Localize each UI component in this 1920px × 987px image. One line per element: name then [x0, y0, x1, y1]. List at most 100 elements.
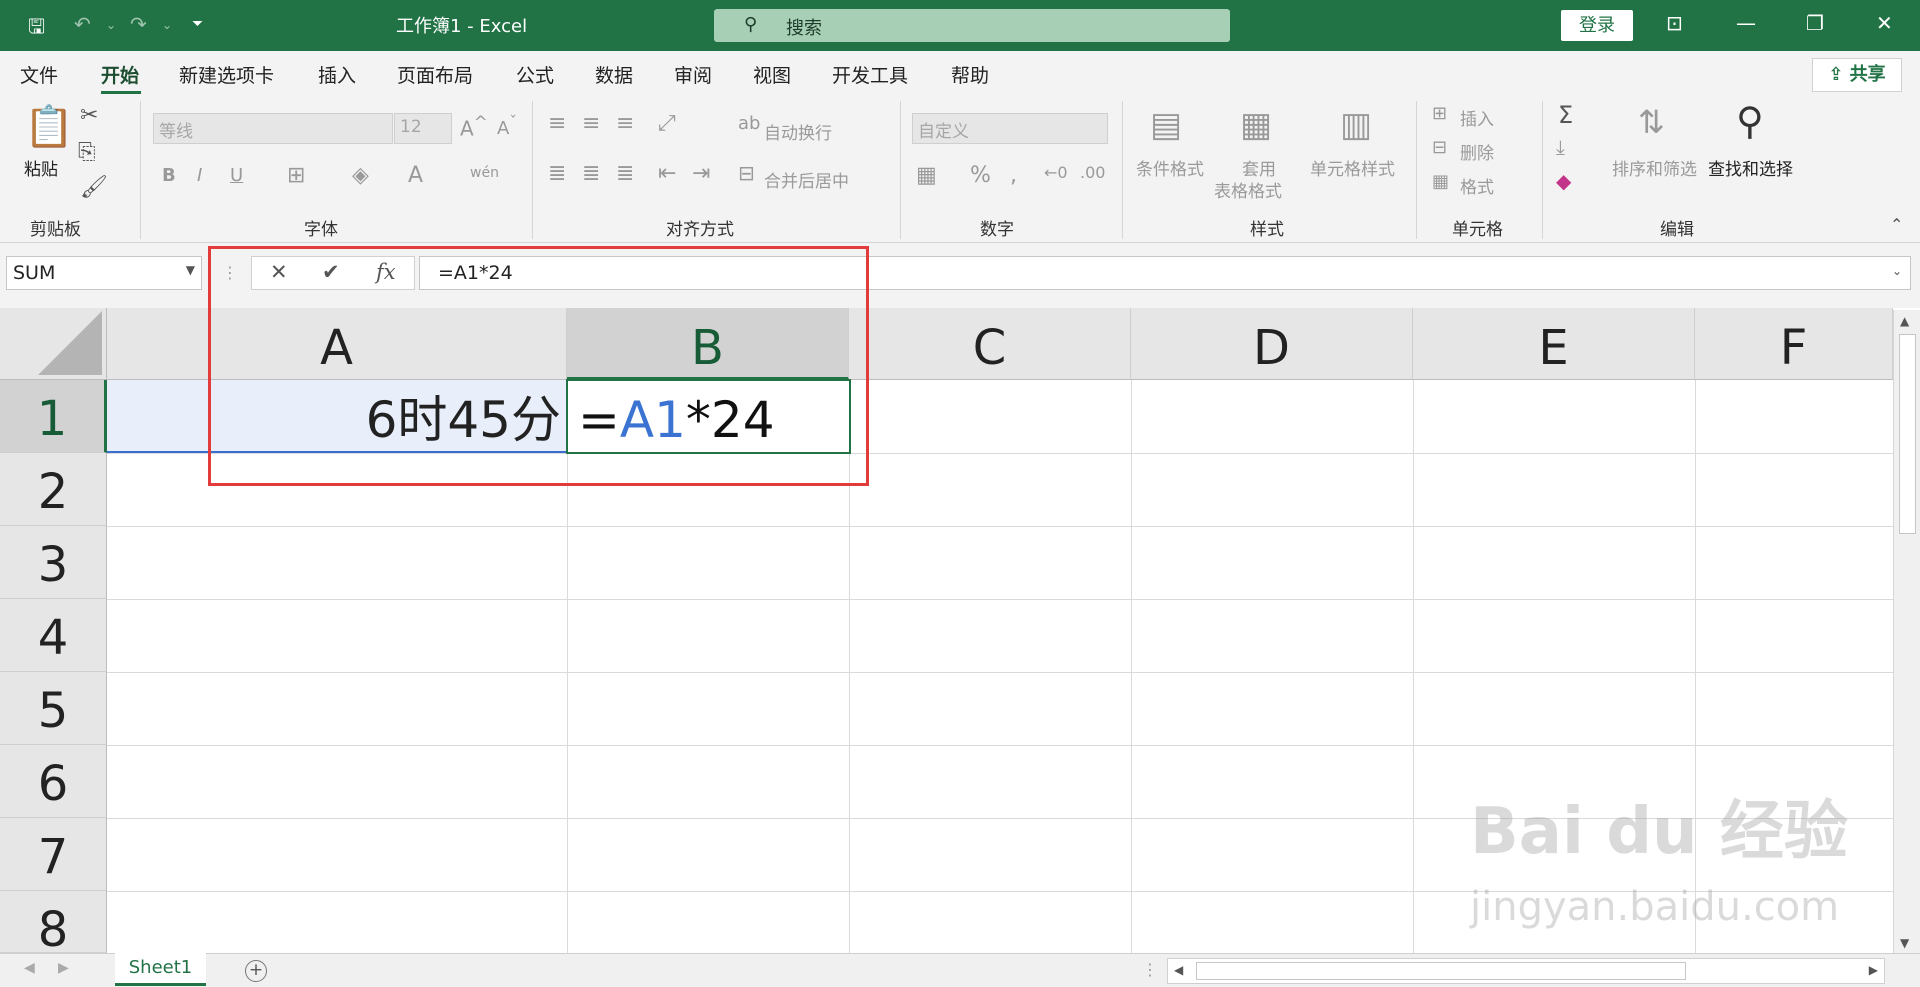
row-header-2[interactable]: 2 [0, 453, 107, 526]
row-header-6[interactable]: 6 [0, 745, 107, 818]
name-box[interactable]: SUM ▼ [6, 256, 202, 290]
increase-font-icon[interactable]: A^ [460, 113, 488, 141]
scroll-left-icon[interactable]: ◀ [1174, 963, 1183, 977]
tab-insert[interactable]: 插入 [318, 61, 356, 88]
align-left-icon[interactable]: ≣ [548, 161, 566, 186]
format-cells-button[interactable]: 格式 [1460, 173, 1494, 198]
align-top-icon[interactable]: ≡ [548, 111, 566, 136]
clear-icon[interactable]: ◆ [1556, 169, 1571, 193]
cut-icon[interactable]: ✂ [80, 103, 98, 128]
format-as-table-icon[interactable]: ▦ [1240, 105, 1272, 145]
prev-sheet-icon[interactable]: ◀ [24, 960, 35, 976]
phonetic-guide-icon[interactable]: wén [470, 165, 499, 181]
increase-indent-icon[interactable]: ⇥ [692, 161, 710, 186]
accounting-format-icon[interactable]: ▦ [916, 163, 937, 188]
tab-review[interactable]: 审阅 [674, 61, 712, 88]
minimize-icon[interactable]: — [1736, 11, 1756, 35]
vertical-scroll-thumb[interactable] [1899, 334, 1916, 534]
tab-formulas[interactable]: 公式 [516, 61, 554, 88]
name-box-dropdown-icon[interactable]: ▼ [186, 263, 195, 277]
tab-home[interactable]: 开始 [101, 61, 139, 88]
row-header-3[interactable]: 3 [0, 526, 107, 599]
tab-new-tab[interactable]: 新建选项卡 [179, 61, 274, 88]
column-header-d[interactable]: D [1131, 308, 1413, 380]
find-select-icon[interactable]: ⚲ [1736, 99, 1764, 143]
tab-data[interactable]: 数据 [595, 61, 633, 88]
format-as-table-label-2[interactable]: 表格格式 [1214, 177, 1282, 202]
cell-styles-icon[interactable]: ▥ [1340, 105, 1372, 145]
collapse-ribbon-icon[interactable]: ⌃ [1890, 215, 1903, 234]
share-button[interactable]: ⇪ 共享 [1812, 58, 1902, 92]
column-header-f[interactable]: F [1695, 308, 1893, 380]
save-icon[interactable]: 🖫 [28, 12, 45, 46]
undo-dropdown-icon[interactable]: ⌄ [106, 18, 116, 32]
merge-center-button[interactable]: 合并后居中 [764, 167, 849, 192]
row-header-8[interactable]: 8 [0, 891, 107, 958]
comma-style-icon[interactable]: , [1010, 163, 1017, 188]
horizontal-scroll-thumb[interactable] [1196, 962, 1686, 980]
delete-cells-button[interactable]: 删除 [1460, 139, 1494, 164]
row-header-4[interactable]: 4 [0, 599, 107, 672]
close-icon[interactable]: ✕ [1876, 11, 1893, 35]
number-format-combo[interactable]: 自定义 [912, 113, 1108, 144]
conditional-formatting-icon[interactable]: ▤ [1150, 105, 1182, 145]
borders-icon[interactable]: ⊞ [287, 163, 305, 188]
column-header-e[interactable]: E [1413, 308, 1695, 380]
sort-filter-label[interactable]: 排序和筛选 [1612, 155, 1697, 180]
fill-color-icon[interactable]: ◈ [352, 163, 369, 188]
restore-icon[interactable]: ❐ [1806, 11, 1824, 35]
row-header-5[interactable]: 5 [0, 672, 107, 745]
percent-style-icon[interactable]: % [970, 163, 991, 188]
ribbon-display-options-icon[interactable]: ⊡ [1666, 11, 1683, 35]
scroll-down-icon[interactable]: ▼ [1900, 936, 1909, 950]
align-right-icon[interactable]: ≣ [616, 161, 634, 186]
underline-icon[interactable]: U [230, 165, 243, 186]
find-select-label[interactable]: 查找和选择 [1708, 155, 1793, 180]
align-bottom-icon[interactable]: ≡ [616, 111, 634, 136]
tab-page-layout[interactable]: 页面布局 [397, 61, 473, 88]
orientation-icon[interactable]: ⤢ [658, 111, 676, 136]
cell-styles-label[interactable]: 单元格样式 [1310, 155, 1395, 180]
decrease-decimal-icon[interactable]: .00 [1080, 163, 1105, 182]
scroll-up-icon[interactable]: ▲ [1900, 314, 1909, 328]
customize-quick-access-icon[interactable]: ⏷ [192, 16, 203, 32]
font-size-combo[interactable]: 12 [394, 113, 452, 144]
select-all-button[interactable] [0, 308, 107, 380]
wrap-text-button[interactable]: 自动换行 [764, 119, 832, 144]
increase-decimal-icon[interactable]: ←0 [1044, 163, 1068, 182]
add-sheet-icon[interactable]: + [245, 960, 267, 982]
autosum-icon[interactable]: Σ [1558, 101, 1573, 129]
paste-icon[interactable]: 📋 [24, 103, 74, 150]
login-button[interactable]: 登录 [1561, 10, 1633, 41]
font-name-combo[interactable]: 等线 [153, 113, 393, 144]
undo-icon[interactable]: ↶ [74, 12, 91, 36]
sort-filter-icon[interactable]: ⇅ [1638, 103, 1665, 141]
font-color-icon[interactable]: A [408, 163, 423, 188]
vertical-scrollbar[interactable]: ▲ ▼ [1893, 310, 1920, 958]
conditional-formatting-label[interactable]: 条件格式 [1136, 155, 1204, 180]
bold-icon[interactable]: B [162, 165, 176, 186]
redo-icon[interactable]: ↷ [130, 12, 147, 36]
scroll-right-icon[interactable]: ▶ [1869, 963, 1878, 977]
tab-developer[interactable]: 开发工具 [832, 61, 908, 88]
tab-split-grip-icon[interactable]: ⋮ [1142, 960, 1158, 979]
row-header-7[interactable]: 7 [0, 818, 107, 891]
format-painter-icon[interactable]: 🖌 [80, 175, 108, 200]
align-middle-icon[interactable]: ≡ [582, 111, 600, 136]
column-header-c[interactable]: C [849, 308, 1131, 380]
align-center-icon[interactable]: ≣ [582, 161, 600, 186]
paste-label[interactable]: 粘贴 [24, 155, 58, 180]
italic-icon[interactable]: I [197, 165, 202, 186]
tab-help[interactable]: 帮助 [951, 61, 989, 88]
expand-formula-bar-icon[interactable]: ⌄ [1892, 264, 1902, 278]
sheet-tab-sheet1[interactable]: Sheet1 [115, 953, 206, 986]
copy-icon[interactable]: ⎘ [78, 140, 96, 165]
redo-dropdown-icon[interactable]: ⌄ [162, 18, 172, 32]
insert-cells-button[interactable]: 插入 [1460, 105, 1494, 130]
row-header-1[interactable]: 1 [0, 380, 107, 453]
horizontal-scrollbar[interactable]: ◀ ▶ [1167, 958, 1885, 984]
search-box[interactable]: ⚲ 搜索 [714, 9, 1230, 42]
decrease-indent-icon[interactable]: ⇤ [658, 161, 676, 186]
fill-icon[interactable]: ⤓ [1556, 135, 1565, 159]
decrease-font-icon[interactable]: Aˇ [497, 113, 517, 139]
